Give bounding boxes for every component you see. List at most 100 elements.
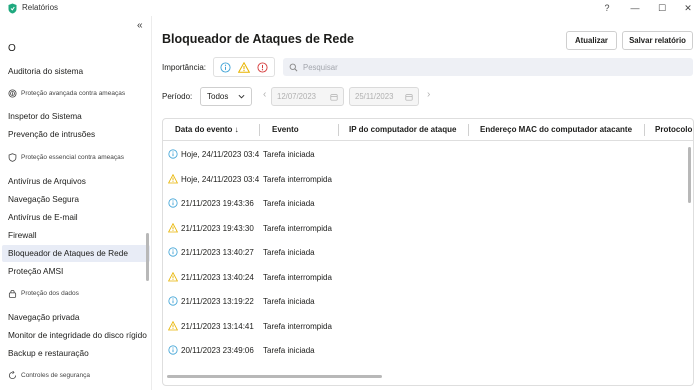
period-select[interactable]: Todos: [200, 87, 252, 106]
cell-date: 21/11/2023 13:19:22: [181, 297, 254, 306]
cell-date: 21/11/2023 13:40:24: [181, 272, 254, 282]
info-icon: [168, 247, 178, 257]
info-icon: [168, 296, 178, 306]
info-icon: [168, 198, 178, 208]
table-row[interactable]: 21/11/2023 13:40:24 Tarefa interrompida: [163, 267, 693, 292]
info-filter-icon[interactable]: [220, 61, 231, 73]
chevron-down-icon: [238, 94, 245, 99]
sidebar-item-auditoria[interactable]: Auditoria do sistema: [8, 66, 83, 76]
sidebar-top-icon: O: [8, 43, 16, 54]
period-label: Período:: [162, 92, 193, 101]
next-period-arrow[interactable]: ›: [427, 89, 430, 100]
date-from-value: 12/07/2023: [277, 92, 317, 101]
cell-date: 21/11/2023 19:43:36: [181, 199, 254, 208]
table-row[interactable]: 21/11/2023 19:43:30 Tarefa interrompida: [163, 218, 693, 243]
cell-event: Tarefa interrompida: [263, 174, 332, 184]
date-to-value: 25/11/2023: [355, 92, 394, 101]
app-logo-icon: [8, 3, 17, 14]
sidebar-item-monitor-disco[interactable]: Monitor de integridade do disco rígido: [8, 330, 147, 340]
warning-icon: [168, 320, 178, 330]
refresh-icon: [8, 371, 17, 380]
cell-event: Tarefa iniciada: [263, 297, 315, 306]
fingerprint-icon: [8, 89, 17, 98]
info-icon: [168, 345, 178, 355]
column-separator[interactable]: [468, 124, 469, 136]
sidebar-item-bloqueador[interactable]: Bloqueador de Ataques de Rede: [2, 245, 150, 262]
search-box[interactable]: [283, 58, 693, 76]
column-header-event[interactable]: Evento: [272, 125, 299, 134]
cell-date: Hoje, 24/11/2023 03:4: [181, 150, 260, 159]
cell-event: Tarefa interrompida: [263, 223, 332, 233]
period-value: Todos: [207, 92, 229, 101]
importance-label: Importância:: [162, 63, 207, 72]
section-protecao-dados[interactable]: Proteção dos dados: [8, 289, 79, 298]
warning-icon: [168, 222, 178, 232]
search-icon: [289, 63, 298, 71]
cell-event: Tarefa iniciada: [263, 346, 315, 355]
date-to-field[interactable]: 25/11/2023: [349, 87, 419, 106]
table-row[interactable]: 20/11/2023 23:49:06 Tarefa iniciada: [163, 340, 693, 365]
search-input[interactable]: [303, 62, 683, 72]
column-separator[interactable]: [338, 124, 339, 136]
maximize-button[interactable]: ☐: [653, 1, 671, 15]
table-horizontal-scrollbar[interactable]: [167, 375, 382, 378]
table-row[interactable]: Hoje, 24/11/2023 03:4 Tarefa interrompida: [163, 169, 693, 194]
section-protecao-avancada[interactable]: Proteção avançada contra ameaças: [8, 89, 125, 98]
table-row[interactable]: 21/11/2023 13:14:41 Tarefa interrompida: [163, 316, 693, 341]
table-vertical-scrollbar[interactable]: [688, 147, 691, 203]
table-row[interactable]: 21/11/2023 13:40:27 Tarefa iniciada: [163, 242, 693, 267]
cell-date: 20/11/2023 23:49:06: [181, 346, 254, 355]
sidebar-item-antivirus-arquivos[interactable]: Antivírus de Arquivos: [8, 176, 86, 186]
table-header: Data do evento ↓ Evento IP do computador…: [163, 119, 693, 141]
warning-filter-icon[interactable]: [237, 61, 250, 73]
column-separator[interactable]: [644, 124, 645, 136]
prev-period-arrow[interactable]: ‹: [263, 89, 266, 100]
column-header-date[interactable]: Data do evento ↓: [175, 125, 239, 134]
cell-date: Hoje, 24/11/2023 03:4: [181, 174, 260, 184]
cell-event: Tarefa iniciada: [263, 150, 315, 159]
sidebar-scrollbar[interactable]: [146, 233, 149, 281]
info-icon: [168, 149, 178, 159]
window-title: Relatórios: [22, 3, 59, 12]
date-from-field[interactable]: 12/07/2023: [271, 87, 344, 106]
section-controles-seguranca[interactable]: Controles de segurança: [8, 371, 90, 380]
table-row[interactable]: 21/11/2023 19:43:36 Tarefa iniciada: [163, 193, 693, 218]
page-title: Bloqueador de Ataques de Rede: [162, 32, 354, 46]
lock-icon: [8, 289, 17, 298]
warning-icon: [168, 173, 178, 183]
calendar-icon: [405, 93, 413, 101]
sidebar-item-navegacao-privada[interactable]: Navegação privada: [8, 312, 80, 322]
sidebar-item-prevencao[interactable]: Prevenção de intrusões: [8, 129, 95, 139]
section-protecao-essencial[interactable]: Proteção essencial contra ameaças: [8, 153, 124, 162]
column-header-mac[interactable]: Endereço MAC do computador atacante: [480, 125, 632, 134]
update-button[interactable]: Atualizar: [566, 31, 617, 50]
column-header-protocol[interactable]: Protocolo: [655, 125, 692, 134]
sidebar-item-backup[interactable]: Backup e restauração: [8, 348, 89, 358]
cell-event: Tarefa iniciada: [263, 248, 315, 257]
shield-icon: [8, 153, 17, 162]
importance-filter-group: [213, 57, 275, 77]
sidebar: « O Auditoria do sistema Proteção avança…: [0, 16, 152, 390]
column-separator[interactable]: [259, 124, 260, 136]
events-table: Data do evento ↓ Evento IP do computador…: [162, 118, 694, 386]
section-label: Proteção essencial contra ameaças: [21, 154, 124, 161]
section-label: Proteção dos dados: [21, 290, 79, 297]
table-row[interactable]: Hoje, 24/11/2023 03:4 Tarefa iniciada: [163, 144, 693, 169]
cell-event: Tarefa interrompida: [263, 272, 332, 282]
minimize-button[interactable]: —: [626, 1, 644, 15]
cell-date: 21/11/2023 19:43:30: [181, 223, 254, 233]
close-button[interactable]: ✕: [679, 1, 697, 15]
sidebar-item-amsi[interactable]: Proteção AMSI: [8, 266, 63, 276]
save-report-button[interactable]: Salvar relatório: [622, 31, 693, 50]
cell-date: 21/11/2023 13:14:41: [181, 321, 254, 331]
sidebar-item-inspetor[interactable]: Inspetor do Sistema: [8, 111, 82, 121]
sidebar-item-navegacao-segura[interactable]: Navegação Segura: [8, 194, 79, 204]
column-header-ip[interactable]: IP do computador de ataque: [349, 125, 456, 134]
sidebar-item-firewall[interactable]: Firewall: [8, 230, 37, 240]
help-button[interactable]: ?: [598, 1, 616, 15]
table-row[interactable]: 21/11/2023 13:19:22 Tarefa iniciada: [163, 291, 693, 316]
error-filter-icon[interactable]: [257, 61, 268, 73]
collapse-sidebar-button[interactable]: «: [137, 20, 142, 31]
section-label: Controles de segurança: [21, 372, 91, 379]
sidebar-item-antivirus-email[interactable]: Antivírus de E-mail: [8, 212, 78, 222]
